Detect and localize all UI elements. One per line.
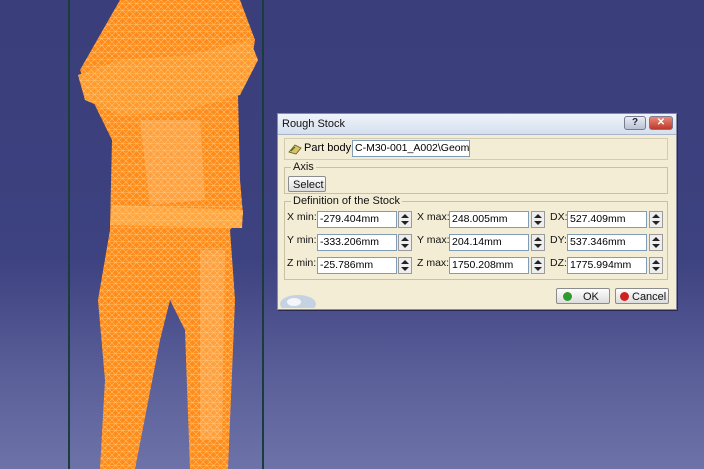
definition-legend: Definition of the Stock	[291, 195, 403, 207]
compass-icon	[280, 295, 316, 308]
x-min-label: X min:	[287, 211, 317, 223]
y-min-label: Y min:	[287, 234, 317, 246]
x-max-label: X max:	[417, 211, 450, 223]
x-max-spinner[interactable]	[531, 211, 545, 228]
x-min-field[interactable]: -279.404mm	[317, 211, 397, 228]
z-min-label: Z min:	[287, 257, 317, 269]
dz-spinner[interactable]	[649, 257, 663, 274]
z-min-spinner[interactable]	[398, 257, 412, 274]
cancel-button[interactable]: Cancel	[615, 288, 669, 304]
axis-legend: Axis	[291, 161, 316, 173]
y-max-label: Y max:	[417, 234, 450, 246]
y-max-field[interactable]: 204.14mm	[449, 234, 529, 251]
dy-label: DY:	[550, 234, 567, 246]
dz-field[interactable]: 1775.994mm	[567, 257, 647, 274]
y-min-spinner[interactable]	[398, 234, 412, 251]
z-max-field[interactable]: 1750.208mm	[449, 257, 529, 274]
part-body-icon	[288, 144, 302, 155]
dy-field[interactable]: 537.346mm	[567, 234, 647, 251]
figure-mesh	[78, 0, 258, 469]
ok-check-icon	[563, 292, 572, 301]
part-body-field[interactable]: C-M30-001_A002\Geome	[352, 140, 470, 157]
axis-select-button[interactable]: Select	[288, 176, 326, 192]
part-body-label: Part body:	[304, 142, 355, 154]
help-button[interactable]: ?	[624, 116, 646, 130]
close-button[interactable]: ✕	[649, 116, 673, 130]
z-max-label: Z max:	[417, 257, 450, 269]
dialog-title: Rough Stock	[282, 118, 345, 130]
dx-field[interactable]: 527.409mm	[567, 211, 647, 228]
y-max-spinner[interactable]	[531, 234, 545, 251]
dialog-titlebar[interactable]: Rough Stock ? ✕	[278, 114, 676, 135]
cancel-icon	[620, 292, 629, 301]
dz-label: DZ:	[550, 257, 567, 269]
z-max-spinner[interactable]	[531, 257, 545, 274]
dx-label: DX:	[550, 211, 568, 223]
dx-spinner[interactable]	[649, 211, 663, 228]
y-min-field[interactable]: -333.206mm	[317, 234, 397, 251]
x-min-spinner[interactable]	[398, 211, 412, 228]
z-min-field[interactable]: -25.786mm	[317, 257, 397, 274]
ok-button[interactable]: OK	[556, 288, 610, 304]
dy-spinner[interactable]	[649, 234, 663, 251]
rough-stock-dialog: Rough Stock ? ✕ Part body: C-M30-001_A00…	[277, 113, 677, 310]
x-max-field[interactable]: 248.005mm	[449, 211, 529, 228]
axis-group: Axis	[284, 161, 668, 194]
